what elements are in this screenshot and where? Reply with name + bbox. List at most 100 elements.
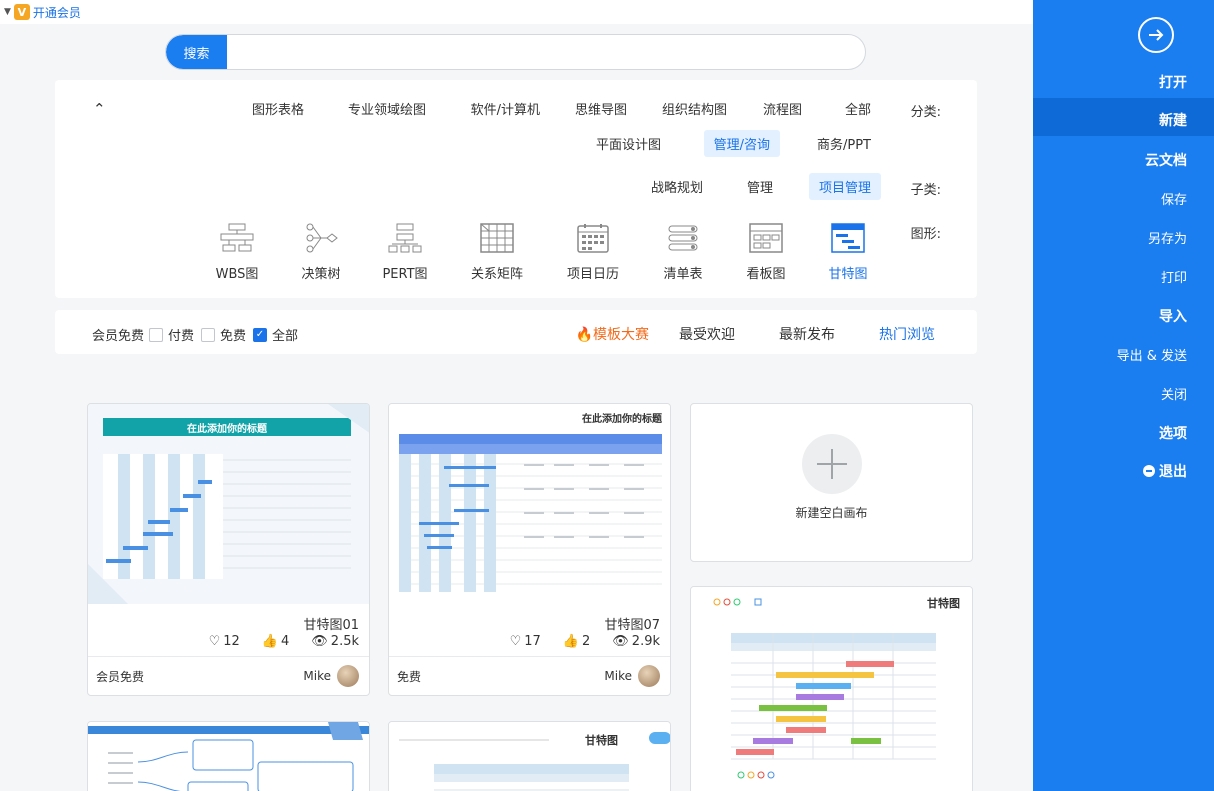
figure-calendar-label: 项目日历 [566,267,619,282]
sidebar-item-new[interactable]: 新建 [1159,110,1187,130]
template-stats: ♡ 12 👍 4 👁 2.5k [193,634,359,649]
like-count[interactable]: 👍 4 [262,634,289,649]
new-blank-canvas-card[interactable]: 新建空白画布 [690,403,973,562]
category-mind-map[interactable]: 思维导图 [565,95,637,122]
category-flowchart[interactable]: 流程图 [753,95,812,122]
template-card-gantt-partial[interactable]: 甘特图 [388,721,671,791]
category-label: 分类: [910,105,941,120]
author-name: Mike [303,669,331,683]
template-thumbnail: 在此添加你的标题 [88,404,369,604]
figure-checklist-label: 清单表 [663,267,703,282]
pert-icon [388,223,422,253]
figure-decision-tree[interactable]: 决策树 [286,223,356,282]
category-graphic-table[interactable]: 图形表格 [242,95,314,122]
template-price: 免费 [397,670,422,684]
figure-matrix-label: 关系矩阵 [470,267,523,282]
sidebar-item-import[interactable]: 导入 [1159,306,1187,326]
category-business-ppt[interactable]: 商务/PPT [807,130,881,157]
view-value: 2.9k [631,634,660,649]
figure-calendar[interactable]: 项目日历 [558,223,628,282]
eye-icon: 👁 [612,634,629,649]
category-software[interactable]: 软件/计算机 [461,95,550,122]
figure-wbs[interactable]: WBS图 [202,223,272,282]
template-author[interactable]: Mike [604,665,660,687]
template-title: 甘特图01 [303,618,359,633]
sidebar-item-cloud-docs[interactable]: 云文档 [1145,150,1187,170]
template-thumbnail: 在此添加你的标题 [389,404,670,604]
figure-checklist[interactable]: 清单表 [648,223,718,282]
file-menu-sidebar: 打开 新建 云文档 保存 另存为 打印 导入 导出 & 发送 关闭 选项 退出 [1033,0,1214,791]
figure-pert[interactable]: PERT图 [370,223,440,282]
like-count[interactable]: 👍 2 [563,634,590,649]
sidebar-item-exit[interactable]: 退出 [1143,461,1187,481]
sidebar-item-exit-label: 退出 [1159,464,1187,480]
checkbox-all[interactable]: ✓ 全部 [253,325,298,344]
template-card-gantt-01[interactable]: 在此添加你的标题 甘特图01 ♡ 12 👍 4 👁 2.5k 会员免费 Mike [87,403,370,696]
figure-kanban[interactable]: 看板图 [731,223,801,282]
search-input[interactable] [227,35,865,69]
tab-popular[interactable]: 热门浏览 [879,324,935,344]
template-thumbnail: 甘特图 [389,722,670,791]
title-strip [0,0,1033,24]
checkbox-free-label: 免费 [220,329,247,344]
figure-gantt[interactable]: 甘特图 [813,223,883,282]
checkbox-checked-icon: ✓ [253,327,267,342]
favorite-value: 17 [524,634,541,649]
category-professional[interactable]: 专业领域绘图 [338,95,436,122]
subcategory-strategy[interactable]: 战略规划 [641,173,713,200]
template-author[interactable]: Mike [303,665,359,687]
figure-gantt-label: 甘特图 [828,267,868,282]
checkbox-all-label: 全部 [272,329,299,344]
search-button[interactable]: 搜索 [166,35,227,69]
sidebar-item-close[interactable]: 关闭 [1161,384,1187,403]
vip-label: 开通会员 [32,5,81,20]
category-management[interactable]: 管理/咨询 [703,130,780,157]
checkbox-empty-icon [201,327,215,342]
exit-icon [1143,465,1155,477]
thumbnail-title: 在此添加你的标题 [187,424,267,435]
sidebar-item-open[interactable]: 打开 [1159,72,1187,92]
sort-filter-bar: 热门浏览 最新发布 最受欢迎 🔥模板大赛 ✓ 全部 免费 付费 会员免费 [55,310,977,354]
category-all[interactable]: 全部 [835,95,881,122]
category-org-chart[interactable]: 组织结构图 [652,95,737,122]
sidebar-item-print[interactable]: 打印 [1161,267,1187,286]
avatar [337,665,359,687]
sidebar-item-export-send[interactable]: 导出 & 发送 [1117,345,1187,364]
figure-wbs-label: WBS图 [215,267,259,282]
checkbox-member-free[interactable]: 会员免费 [92,325,164,344]
subcategory-project-management[interactable]: 项目管理 [808,173,881,200]
sidebar-item-save[interactable]: 保存 [1161,189,1187,208]
checkbox-free[interactable]: 免费 [201,325,246,344]
collapse-chevron-icon[interactable]: ⌃ [93,100,106,118]
favorite-count[interactable]: ♡ 12 [209,634,240,649]
subcategory-management[interactable]: 管理 [737,173,783,200]
checklist-icon [668,225,698,251]
template-card-gantt-07[interactable]: 在此添加你的标题 甘特图07 ♡ 17 👍 2 👁 2.9k 免费 Mike [388,403,671,696]
back-arrow-icon[interactable] [1138,17,1174,53]
decision-tree-icon [306,223,338,253]
subcategory-label: 子类: [910,183,941,198]
tab-contest[interactable]: 🔥模板大赛 [576,324,649,344]
checkbox-member-free-label: 会员免费 [92,329,145,344]
view-value: 2.5k [330,634,359,649]
like-value: 4 [281,634,290,649]
checkbox-empty-icon [149,327,164,342]
gantt-preview-graphic [713,598,936,779]
tab-favorite[interactable]: 最受欢迎 [679,324,735,344]
template-card-mindmap-partial[interactable] [87,721,370,791]
category-graphic-design[interactable]: 平面设计图 [586,130,671,157]
new-blank-canvas-label: 新建空白画布 [795,506,868,520]
figure-label: 图形: [910,227,941,242]
favorite-count[interactable]: ♡ 17 [510,634,541,649]
template-title: 甘特图07 [604,618,660,633]
dropdown-caret-icon: ▼ [4,7,11,17]
heart-icon: ♡ [208,634,221,649]
vip-button[interactable]: ▼ V 开通会员 [0,0,81,24]
sidebar-item-save-as[interactable]: 另存为 [1148,228,1187,247]
sidebar-item-options[interactable]: 选项 [1159,423,1187,443]
tab-latest[interactable]: 最新发布 [779,324,835,344]
template-card-gantt[interactable]: 甘特图 [690,586,973,791]
template-thumbnail [88,722,369,791]
calendar-icon [577,224,609,253]
figure-matrix[interactable]: 关系矩阵 [462,223,532,282]
